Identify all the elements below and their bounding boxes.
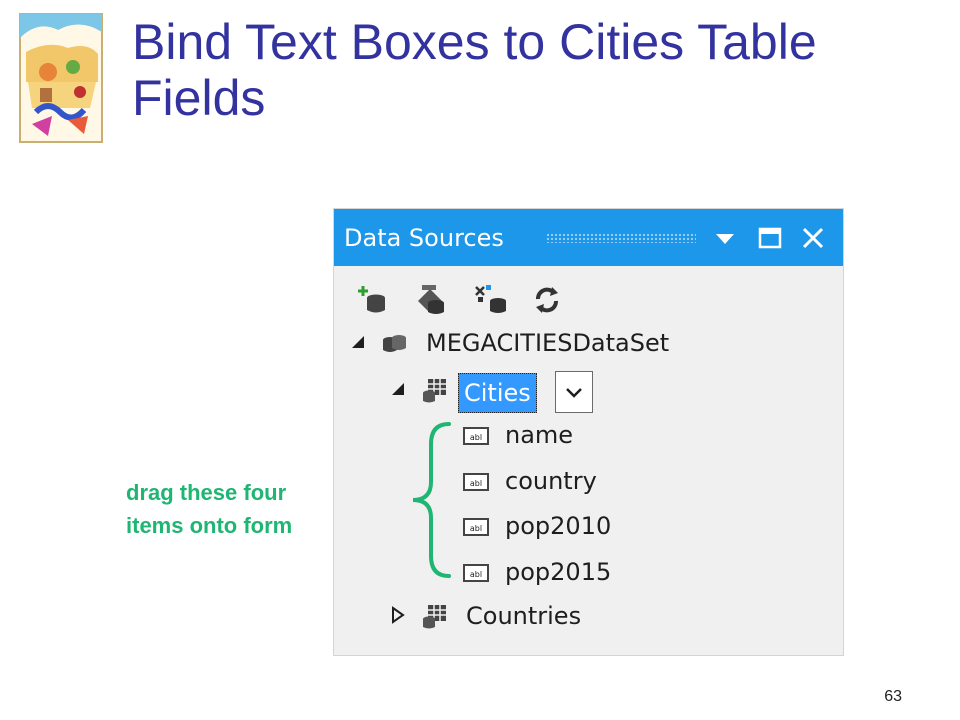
table-icon [423,605,446,629]
drag-instruction-text: drag these four items onto form [126,476,376,542]
dataset-icon [383,335,406,352]
maximize-icon[interactable] [755,223,785,253]
tree-node-countries[interactable]: Countries [334,595,843,639]
expanded-triangle-icon[interactable] [348,332,368,352]
textbox-icon: abl [463,427,489,445]
refresh-icon[interactable] [528,281,566,319]
collapsed-triangle-icon[interactable] [388,605,408,625]
svg-text:abl: abl [470,570,482,579]
page-number: 63 [884,688,902,705]
chevron-down-icon [566,388,582,398]
panel-toolbar [334,281,843,321]
field-label-name: name [505,421,574,449]
tree-node-dataset[interactable]: MEGACITIESDataSet [334,322,843,366]
field-label-country: country [505,467,597,495]
textbox-icon: abl [463,473,489,491]
configure-dataset-icon[interactable] [472,281,510,319]
dataset-label: MEGACITIESDataSet [426,329,670,357]
decorative-clipart-image [19,13,103,143]
slide-title: Bind Text Boxes to Cities Table Fields [132,14,817,126]
curly-brace-annotation [412,422,451,578]
drag-grip[interactable] [546,233,696,243]
svg-text:abl: abl [470,524,482,533]
cities-table-label[interactable]: Cities [458,373,537,413]
svg-text:abl: abl [470,433,482,442]
cities-control-dropdown[interactable] [555,371,593,413]
annotation-line-2: items onto form [126,513,293,538]
panel-title: Data Sources [344,224,504,252]
annotation-line-1: drag these four [126,480,287,505]
table-icon [423,379,446,403]
field-label-pop2015: pop2015 [505,558,612,586]
countries-table-label: Countries [466,602,582,630]
edit-dataset-icon[interactable] [412,281,450,319]
textbox-icon: abl [463,564,489,582]
textbox-icon: abl [463,518,489,536]
add-new-data-source-icon[interactable] [354,281,392,319]
expanded-triangle-icon[interactable] [388,379,408,399]
close-icon[interactable] [798,223,828,253]
field-label-pop2010: pop2010 [505,512,612,540]
svg-text:abl: abl [470,479,482,488]
panel-header: Data Sources [334,209,843,266]
dropdown-arrow-icon[interactable] [710,223,740,253]
